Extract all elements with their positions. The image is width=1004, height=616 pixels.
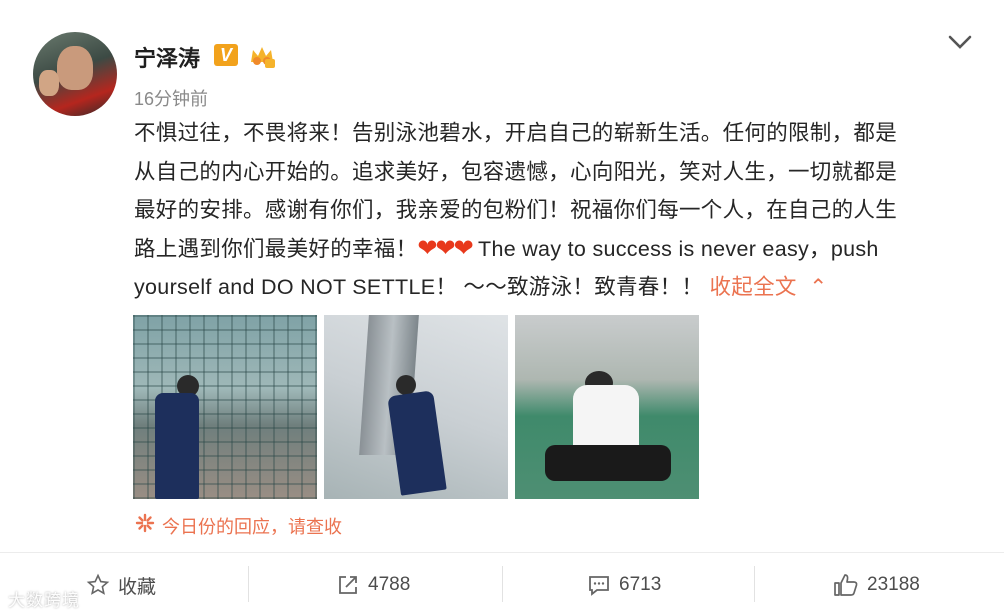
post-text-segment: 路上遇到你们最美好的幸福！ [134,236,418,261]
reply-notice[interactable]: 今日份的回应，请查收 [162,513,342,539]
comment-icon [589,576,609,596]
favorite-label: 收藏 [118,576,157,598]
chevron-down-icon[interactable] [946,28,974,56]
post-text: 不惧过往，不畏将来！告别泳池碧水，开启自己的崭新生活。任何的限制，都是 从自己的… [134,114,964,307]
action-divider [0,552,1004,553]
post-text-line: yourself and DO NOT SETTLE！ ～～致游泳！致青春！！ … [134,268,964,307]
avatar[interactable] [33,32,117,116]
chevron-up-icon[interactable]: ⌃ [809,275,827,299]
repost-count: 4788 [368,574,411,595]
comment-count: 6713 [619,574,662,595]
like-count: 23188 [867,574,920,595]
post-text-line: 从自己的内心开始的。追求美好，包容遗憾，心向阳光，笑对人生，一切就都是 [134,159,898,184]
post-photo-2[interactable] [324,315,508,499]
comment-button[interactable]: 6713 [587,568,661,602]
person-figure [155,393,199,499]
share-icon [339,576,357,594]
post-photo-3[interactable] [515,315,699,499]
crown-icon [251,47,275,68]
hearts-emoji: ❤❤❤ [417,234,473,262]
person-figure [387,390,447,496]
watermark: 大数跨境 [8,591,80,610]
avatar-hand [39,70,59,96]
avatar-face [57,46,93,90]
post-text-segment: The way to success is never easy，push [471,236,879,261]
post-text-line: 路上遇到你们最美好的幸福！❤❤❤ The way to success is n… [134,230,964,269]
post-text-line: 不惧过往，不畏将来！告别泳池碧水，开启自己的崭新生活。任何的限制，都是 [134,121,898,145]
star-icon [86,573,110,595]
like-button[interactable]: 23188 [833,568,920,602]
collapse-link[interactable]: 收起全文 [709,275,796,299]
person-pants [545,445,671,481]
action-separator [754,566,755,602]
spark-icon [135,513,155,533]
post-text-segment: yourself and DO NOT SETTLE！ ～～致游泳！致青春！！ [134,275,710,299]
action-separator [502,566,503,602]
like-icon [834,574,858,596]
verified-icon: V [214,44,238,66]
action-separator [248,566,249,602]
username[interactable]: 宁泽涛 [134,41,200,73]
favorite-button[interactable]: 收藏 [86,568,156,602]
post-text-line: 最好的安排。感谢有你们，我亲爱的包粉们！祝福你们每一个人，在自己的人生 [134,198,898,222]
post-time: 16分钟前 [134,89,209,109]
post-photo-1[interactable] [133,315,317,499]
repost-button[interactable]: 4788 [336,568,410,602]
